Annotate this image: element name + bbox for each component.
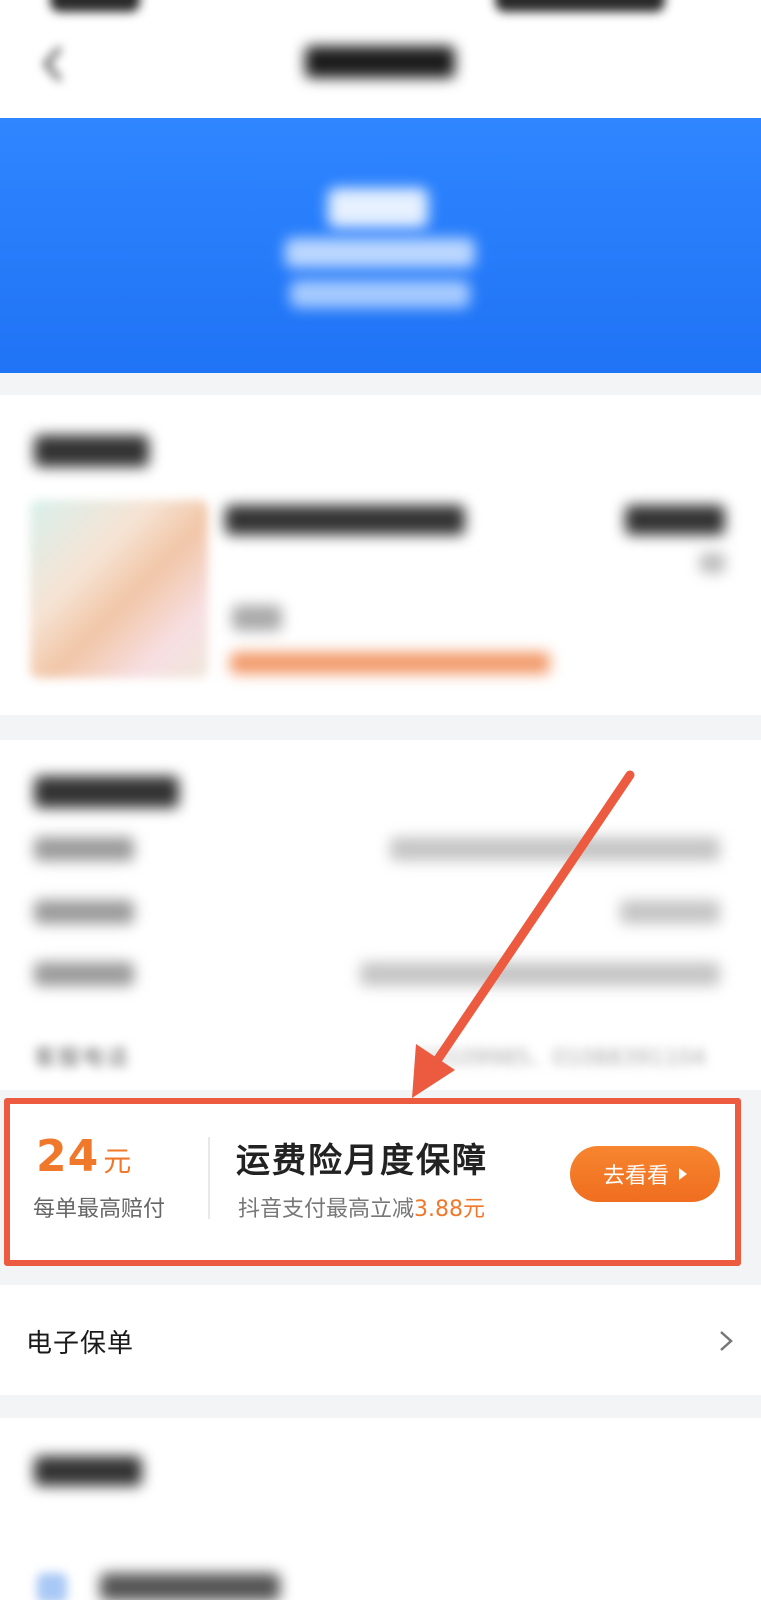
section-heading bbox=[34, 435, 149, 467]
banner-line bbox=[285, 238, 475, 268]
product-title bbox=[225, 505, 465, 535]
item-label[interactable] bbox=[100, 1573, 280, 1600]
item-icon bbox=[37, 1573, 67, 1600]
status-bar-left bbox=[50, 0, 140, 12]
section-heading bbox=[34, 1456, 142, 1486]
e-policy-label: 电子保单 bbox=[26, 1329, 135, 1359]
product-price bbox=[625, 505, 725, 535]
e-policy-row[interactable]: 电子保单 bbox=[0, 1285, 761, 1395]
insurance-info-card: 客服电话 10109985、01088391104 bbox=[0, 740, 761, 1090]
status-bar-right bbox=[495, 0, 665, 12]
product-notice bbox=[230, 652, 550, 674]
page-title bbox=[305, 46, 455, 78]
product-image[interactable] bbox=[30, 500, 208, 678]
status-banner bbox=[0, 118, 761, 373]
top-nav-bar bbox=[0, 0, 761, 118]
banner-headline bbox=[328, 188, 428, 228]
bottom-card bbox=[0, 1418, 761, 1600]
info-row-value bbox=[620, 900, 720, 924]
banner-line bbox=[290, 280, 470, 308]
info-row-value bbox=[390, 837, 720, 861]
info-row-value bbox=[360, 962, 720, 986]
product-card bbox=[0, 395, 761, 715]
product-quantity bbox=[700, 553, 725, 573]
phone-label: 客服电话 bbox=[34, 1046, 131, 1071]
info-row-label bbox=[34, 962, 134, 986]
chevron-right-icon bbox=[720, 1331, 733, 1351]
info-row-label bbox=[34, 837, 134, 861]
product-spec bbox=[232, 605, 282, 631]
highlight-box bbox=[4, 1098, 741, 1266]
info-row-label bbox=[34, 900, 134, 924]
section-heading bbox=[34, 776, 179, 808]
phone-value[interactable]: 10109985、01088391104 bbox=[418, 1040, 706, 1072]
back-arrow-icon[interactable] bbox=[40, 44, 66, 84]
